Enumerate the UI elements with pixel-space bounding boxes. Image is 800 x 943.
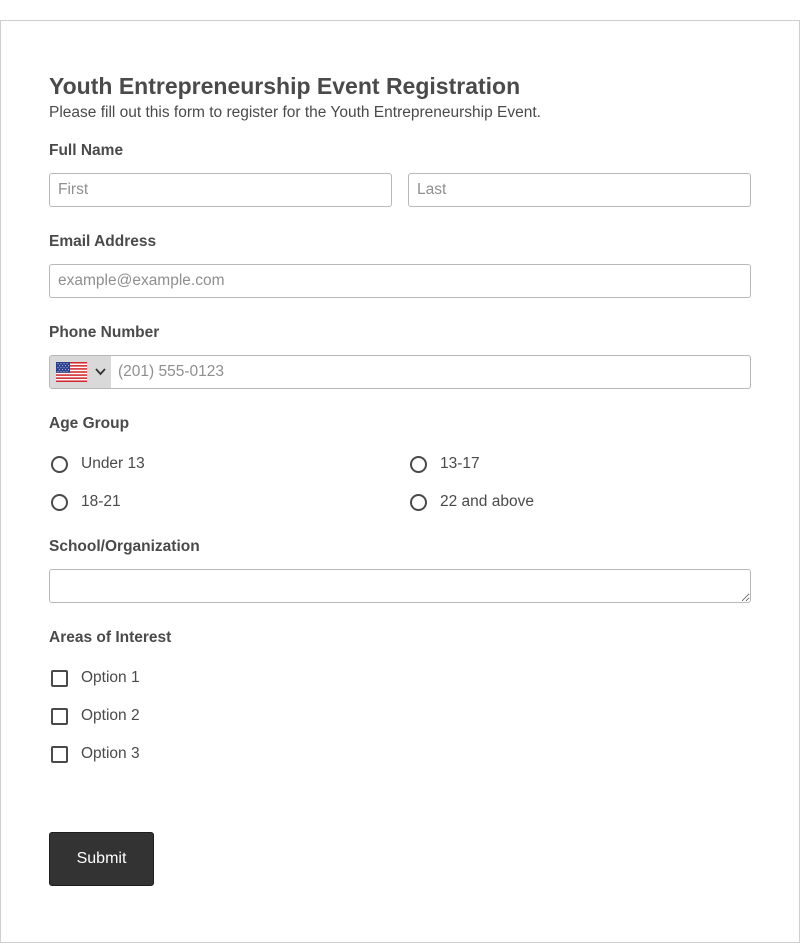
option-label: 18-21 [81,493,121,510]
email-input[interactable] [49,264,751,298]
school-label: School/Organization [49,538,200,555]
option-label: Option 1 [81,669,140,686]
submit-button[interactable]: Submit [49,832,154,886]
option-label: Option 2 [81,707,140,724]
option-label: 22 and above [440,493,534,510]
chevron-down-icon [95,368,106,376]
interest-option-1[interactable]: Option 1 [49,667,349,689]
option-label: 13-17 [440,455,480,472]
age-group-label: Age Group [49,415,130,432]
email-label: Email Address [49,233,157,250]
full-name-label: Full Name [49,142,124,159]
age-option-22-and-above[interactable]: 22 and above [408,491,708,513]
phone-input[interactable] [111,356,750,388]
checkbox[interactable] [51,746,68,763]
phone-label: Phone Number [49,324,160,341]
age-option-18-21[interactable]: 18-21 [49,491,349,513]
form-subtitle: Please fill out this form to register fo… [49,104,541,121]
interests-label: Areas of Interest [49,629,172,646]
first-name-input[interactable] [49,173,392,207]
interest-option-3[interactable]: Option 3 [49,743,349,765]
school-textarea[interactable] [49,569,751,603]
us-flag-icon [56,362,87,382]
last-name-input[interactable] [408,173,751,207]
checkbox[interactable] [51,670,68,687]
form-title: Youth Entrepreneurship Event Registratio… [49,73,521,99]
age-option-13-17[interactable]: 13-17 [408,453,708,475]
radio-button[interactable] [51,494,68,511]
interest-option-2[interactable]: Option 2 [49,705,349,727]
radio-button[interactable] [410,456,427,473]
option-label: Under 13 [81,455,145,472]
radio-button[interactable] [51,456,68,473]
phone-field [49,355,751,389]
radio-button[interactable] [410,494,427,511]
checkbox[interactable] [51,708,68,725]
age-option-under-13[interactable]: Under 13 [49,453,349,475]
option-label: Option 3 [81,745,140,762]
country-code-dropdown[interactable] [50,356,111,388]
